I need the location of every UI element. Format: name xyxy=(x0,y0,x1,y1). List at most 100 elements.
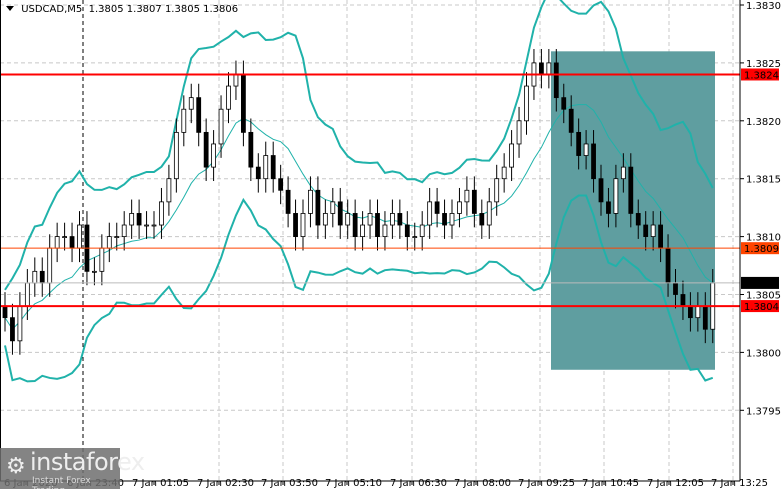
candle-body xyxy=(673,282,678,295)
candle-body xyxy=(434,201,440,214)
candle-body xyxy=(285,189,291,214)
candle-body xyxy=(367,213,373,226)
candle xyxy=(226,72,231,124)
candle xyxy=(479,199,485,239)
candle xyxy=(39,257,45,297)
symbol-label: USDCAD,M5 xyxy=(21,4,83,15)
candle-body xyxy=(598,178,604,203)
candle-body xyxy=(77,224,82,249)
x-tick-label: 7 Jan 01:05 xyxy=(132,478,189,489)
candle-body xyxy=(486,201,492,226)
candle-body xyxy=(404,224,410,238)
candle xyxy=(546,49,552,89)
price-level-label: 1.3809 xyxy=(744,244,779,255)
x-tick-label: 7 Jan 02:30 xyxy=(197,478,254,489)
candle-body xyxy=(702,305,708,330)
candle xyxy=(106,222,112,263)
candle-body xyxy=(576,131,582,156)
candle xyxy=(54,222,60,263)
chart-title: USDCAD,M5 1.3805 1.3807 1.3805 1.3806 xyxy=(6,4,238,15)
candle-body xyxy=(591,143,596,180)
candle xyxy=(255,153,261,193)
candle-body xyxy=(233,74,239,87)
candle xyxy=(10,303,15,355)
candle-body xyxy=(583,143,589,156)
candle-body xyxy=(553,62,559,99)
candle xyxy=(315,176,321,239)
x-tick-label: 7 Jan 08:00 xyxy=(454,478,511,489)
candle-body xyxy=(240,74,246,133)
candle-body xyxy=(665,247,671,284)
candle xyxy=(2,292,8,332)
candle-body xyxy=(457,201,462,214)
candle xyxy=(136,199,142,239)
candle-body xyxy=(196,97,202,133)
candle-body xyxy=(121,224,127,238)
candle xyxy=(181,95,187,147)
y-tick-label: 1.3825 xyxy=(746,59,781,70)
candle xyxy=(427,187,433,239)
candle xyxy=(99,234,105,286)
candle-body xyxy=(181,108,187,133)
candle xyxy=(166,164,172,216)
candle xyxy=(539,49,544,89)
candle-body xyxy=(39,270,45,284)
logo-tagline: Instant Forex Trading xyxy=(32,476,91,489)
candle-body xyxy=(300,213,306,238)
candle-body xyxy=(114,236,120,239)
candle-body xyxy=(494,178,500,203)
candle-body xyxy=(688,305,693,319)
candle-body xyxy=(345,213,351,226)
candle-body xyxy=(54,236,60,249)
candle-body xyxy=(449,213,455,226)
candle xyxy=(47,234,53,297)
y-tick-label: 1.3805 xyxy=(746,291,781,302)
candle xyxy=(501,153,507,193)
candle-body xyxy=(99,247,105,272)
candle-body xyxy=(211,143,217,168)
candle-body xyxy=(375,213,380,238)
candle-body xyxy=(337,201,343,226)
candle-body xyxy=(479,213,485,226)
candle xyxy=(375,199,380,251)
candle-body xyxy=(47,247,53,284)
candle xyxy=(196,83,202,147)
candle xyxy=(24,269,30,320)
candle-body xyxy=(643,224,649,238)
y-tick-label: 1.3795 xyxy=(746,406,781,417)
candle-body xyxy=(360,224,366,238)
y-tick-label: 1.3820 xyxy=(746,117,781,128)
candle-body xyxy=(658,224,663,249)
candle xyxy=(509,130,515,182)
price-level-label: 1.3824 xyxy=(744,70,779,81)
candle-body xyxy=(546,62,552,75)
price-chart[interactable]: 1.38301.38251.38201.38151.38101.38051.38… xyxy=(0,0,781,489)
candle-body xyxy=(442,213,447,226)
y-tick-label: 1.3830 xyxy=(746,1,781,12)
candle-body xyxy=(2,305,8,319)
candle-body xyxy=(315,189,321,226)
candle xyxy=(516,106,522,158)
candle xyxy=(188,83,194,124)
candle xyxy=(233,60,239,100)
candle xyxy=(203,118,209,182)
candle-body xyxy=(680,294,686,307)
candle xyxy=(121,211,127,251)
dropdown-triangle-icon[interactable] xyxy=(6,6,14,11)
current-price-label: 1.3806 xyxy=(744,279,779,290)
candle xyxy=(218,95,224,158)
candle-body xyxy=(330,201,336,214)
candle xyxy=(464,176,470,216)
candle-body xyxy=(628,166,634,214)
candle xyxy=(69,222,75,263)
candle xyxy=(92,257,97,286)
candle-body xyxy=(606,201,611,214)
candle xyxy=(77,211,82,263)
x-tick-label: 7 Jan 10:45 xyxy=(582,478,639,489)
x-tick-label: 7 Jan 12:05 xyxy=(647,478,704,489)
candle-body xyxy=(501,166,507,180)
candle xyxy=(17,292,23,355)
candle xyxy=(404,211,410,251)
candle-body xyxy=(218,108,224,145)
candle-body xyxy=(524,85,529,122)
